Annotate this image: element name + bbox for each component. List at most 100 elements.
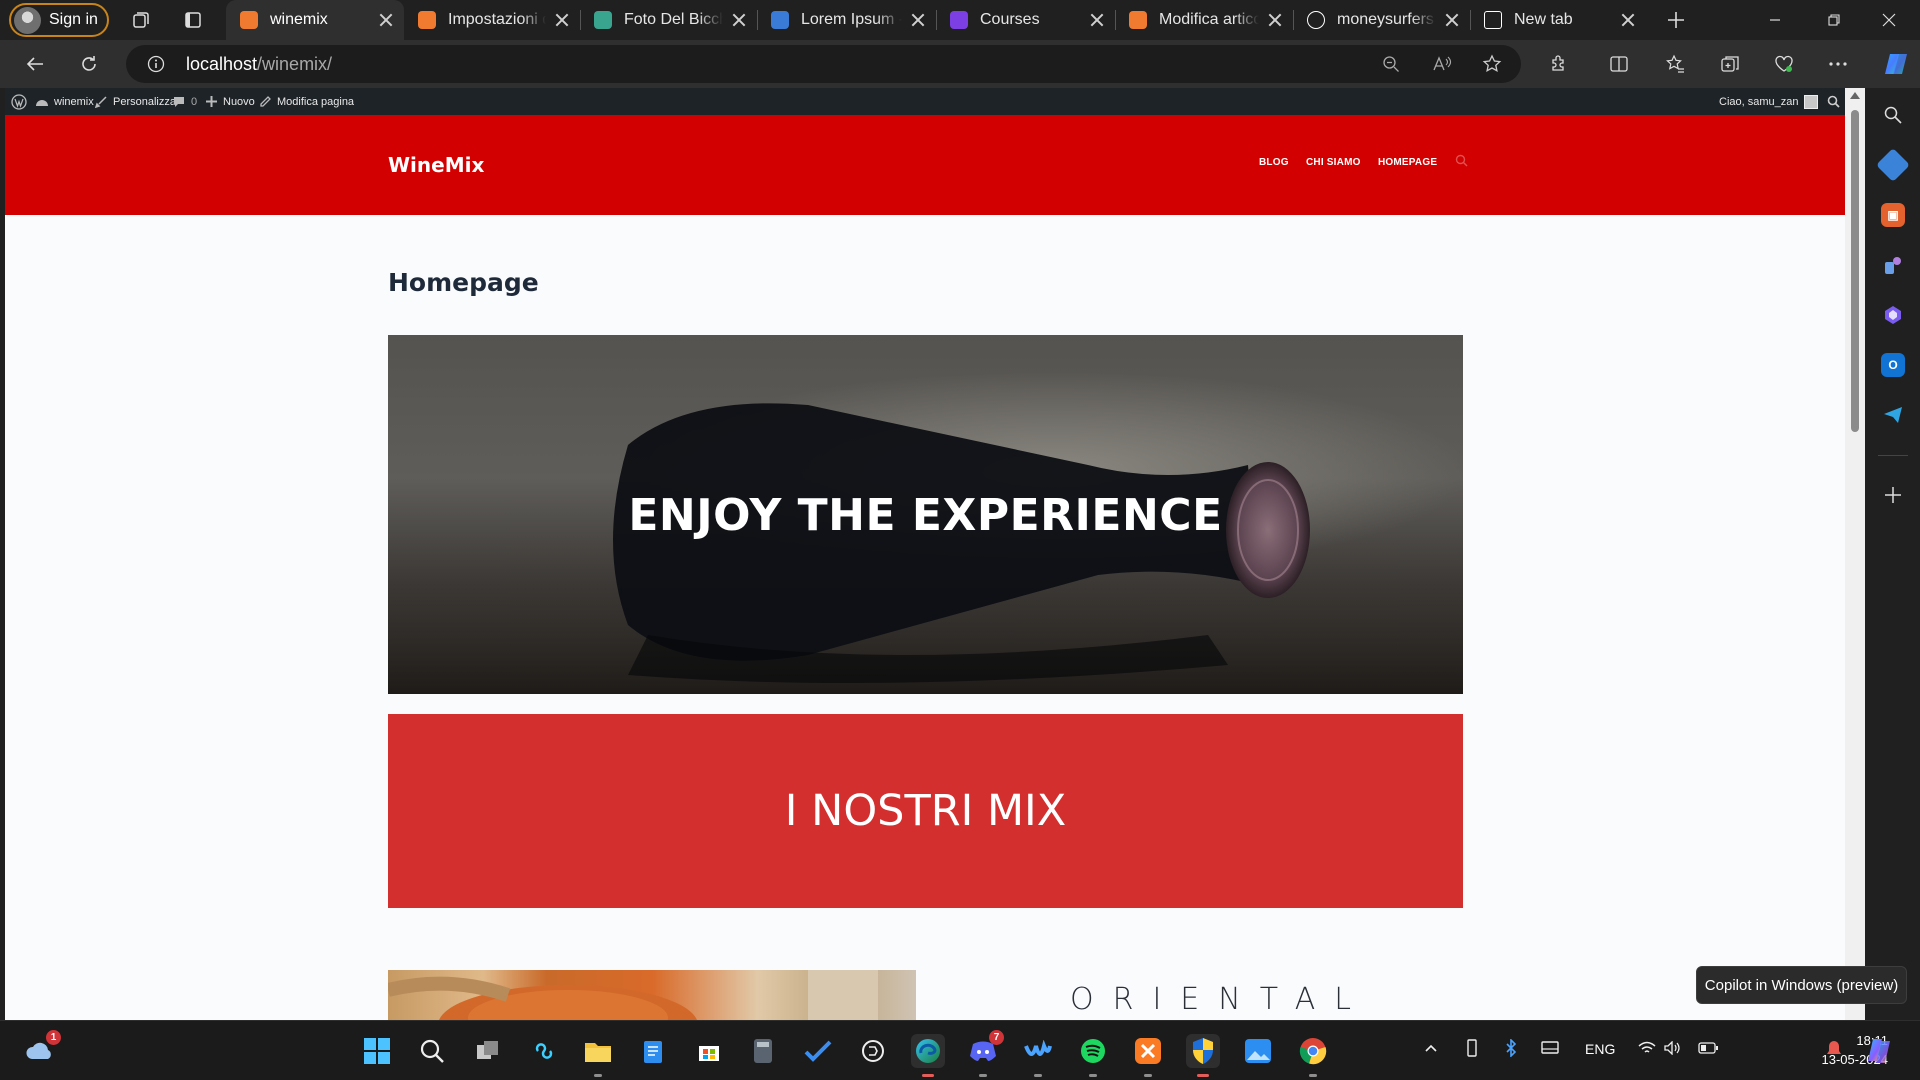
file-explorer-icon[interactable]: [581, 1034, 615, 1077]
mix-banner: I NOSTRI MIX: [388, 714, 1463, 908]
read-aloud-icon[interactable]: [1430, 52, 1454, 76]
task-view-icon[interactable]: [471, 1034, 505, 1068]
browser-tab[interactable]: New tab: [1470, 0, 1646, 40]
tab-close-icon[interactable]: [1620, 12, 1636, 28]
running-indicator: [979, 1074, 987, 1077]
menu-item-blog[interactable]: BLOG: [1259, 157, 1289, 168]
send-telegram-icon[interactable]: [1881, 403, 1905, 427]
todo-icon[interactable]: [801, 1034, 835, 1068]
tab-close-icon[interactable]: [1267, 12, 1283, 28]
refresh-icon[interactable]: [77, 52, 101, 76]
admin-comments-link[interactable]: 0: [172, 88, 197, 115]
admin-new-link[interactable]: Nuovo: [204, 88, 255, 115]
split-screen-icon[interactable]: [1607, 52, 1631, 76]
user-avatar: [1803, 94, 1818, 109]
copilot-tooltip: Copilot in Windows (preview): [1696, 966, 1907, 1004]
browser-essentials-icon[interactable]: [1772, 52, 1796, 76]
collections-icon[interactable]: [1718, 52, 1742, 76]
more-options-icon[interactable]: [1826, 52, 1850, 76]
back-icon[interactable]: [23, 52, 47, 76]
tools-briefcase-icon[interactable]: ▣: [1881, 203, 1905, 227]
favorite-star-icon[interactable]: [1480, 52, 1504, 76]
tab-close-icon[interactable]: [1444, 12, 1460, 28]
workspaces-icon[interactable]: [129, 8, 153, 32]
minimize-button[interactable]: [1752, 0, 1798, 40]
sidebar-search-icon[interactable]: [1881, 103, 1905, 127]
copilot-icon[interactable]: [1882, 50, 1910, 78]
admin-search-icon[interactable]: [1827, 88, 1840, 115]
menu-item-chi-siamo[interactable]: CHI SIAMO: [1306, 157, 1361, 168]
games-icon[interactable]: [1881, 253, 1905, 277]
hero-heading: ENJOY THE EXPERIENCE: [628, 490, 1223, 541]
copilot-preview-icon[interactable]: [1862, 1034, 1898, 1068]
running-indicator: [1089, 1074, 1097, 1077]
tab-close-icon[interactable]: [378, 12, 394, 28]
tab-actions-icon[interactable]: [181, 8, 205, 32]
browser-tab[interactable]: Foto Del Bicch: [580, 0, 757, 40]
microsoft-store-icon[interactable]: [692, 1034, 726, 1068]
copilot-taskbar-icon[interactable]: [527, 1034, 561, 1068]
chrome-icon[interactable]: [1296, 1034, 1330, 1077]
admin-edit-page-link[interactable]: Modifica pagina: [258, 88, 354, 115]
volume-icon[interactable]: [1664, 1040, 1682, 1058]
xampp-taskbar-icon[interactable]: [1131, 1034, 1165, 1077]
shopping-tag-icon[interactable]: [1876, 148, 1910, 182]
restore-button[interactable]: [1811, 0, 1857, 40]
tab-close-icon[interactable]: [731, 12, 747, 28]
site-info-icon[interactable]: [144, 52, 168, 76]
windows-start-icon[interactable]: [360, 1034, 394, 1068]
new-tab-button[interactable]: [1664, 8, 1688, 32]
webex-icon[interactable]: [1021, 1034, 1055, 1077]
tab-close-icon[interactable]: [554, 12, 570, 28]
calculator-icon[interactable]: [746, 1034, 780, 1068]
admin-account-link[interactable]: Ciao, samu_zan: [1719, 88, 1818, 115]
admin-site-link[interactable]: winemix: [35, 88, 94, 115]
menu-item-homepage[interactable]: HOMEPAGE: [1378, 157, 1437, 168]
notification-bell-icon[interactable]: [1826, 1040, 1842, 1061]
profile-avatar: [14, 6, 41, 34]
browser-tab[interactable]: Courses: [936, 0, 1115, 40]
browser-tab[interactable]: Impostazioni d: [404, 0, 580, 40]
browser-tab[interactable]: Lorem Ipsum -: [757, 0, 936, 40]
mix-heading: I NOSTRI MIX: [784, 786, 1067, 836]
browser-tab[interactable]: moneysurfers |: [1293, 0, 1470, 40]
tray-overflow-chevron-icon[interactable]: [1424, 1041, 1438, 1058]
header-search-icon[interactable]: [1455, 154, 1468, 170]
close-window-button[interactable]: [1866, 0, 1912, 40]
browser-tab[interactable]: winemix: [226, 0, 404, 40]
windows-security-icon[interactable]: [1186, 1034, 1220, 1077]
weather-icon[interactable]: 1: [23, 1030, 61, 1068]
wordpress-logo-icon[interactable]: [11, 88, 27, 115]
battery-icon[interactable]: [1698, 1041, 1718, 1057]
bluetooth-icon[interactable]: [1504, 1038, 1518, 1060]
favorites-icon[interactable]: [1663, 52, 1687, 76]
browser-tab[interactable]: Modifica artico: [1115, 0, 1293, 40]
sign-in-button[interactable]: Sign in: [9, 3, 109, 37]
address-bar[interactable]: localhost/winemix/: [126, 45, 1521, 83]
site-logo[interactable]: WineMix: [388, 153, 484, 177]
extensions-icon[interactable]: [1547, 52, 1571, 76]
outlook-icon[interactable]: O: [1881, 353, 1905, 377]
edge-taskbar-icon[interactable]: [911, 1034, 945, 1077]
zoom-out-icon[interactable]: [1379, 52, 1403, 76]
tab-close-icon[interactable]: [1089, 12, 1105, 28]
scrollbar-thumb[interactable]: [1851, 110, 1859, 432]
scroll-up-arrow[interactable]: [1850, 92, 1860, 99]
url-text[interactable]: localhost/winemix/: [186, 54, 332, 75]
photos-icon[interactable]: [1241, 1034, 1275, 1068]
add-sidebar-app-icon[interactable]: [1881, 483, 1905, 507]
display-icon[interactable]: [1541, 1041, 1559, 1058]
usb-device-icon[interactable]: [1465, 1039, 1479, 1060]
notepad-icon[interactable]: [636, 1034, 670, 1068]
wifi-icon[interactable]: [1638, 1041, 1656, 1058]
spotify-icon[interactable]: [1076, 1034, 1110, 1077]
page-scrollbar[interactable]: [1845, 88, 1865, 1020]
discord-icon[interactable]: 7: [966, 1030, 1004, 1077]
copilot-sidebar-icon[interactable]: [1881, 303, 1905, 327]
search-taskbar-icon[interactable]: [415, 1034, 449, 1068]
chatgpt-icon[interactable]: [856, 1034, 890, 1068]
sidebar-divider: [1878, 455, 1908, 456]
admin-customize-link[interactable]: Personalizza: [94, 88, 176, 115]
language-indicator[interactable]: ENG: [1585, 1041, 1615, 1057]
tab-close-icon[interactable]: [910, 12, 926, 28]
